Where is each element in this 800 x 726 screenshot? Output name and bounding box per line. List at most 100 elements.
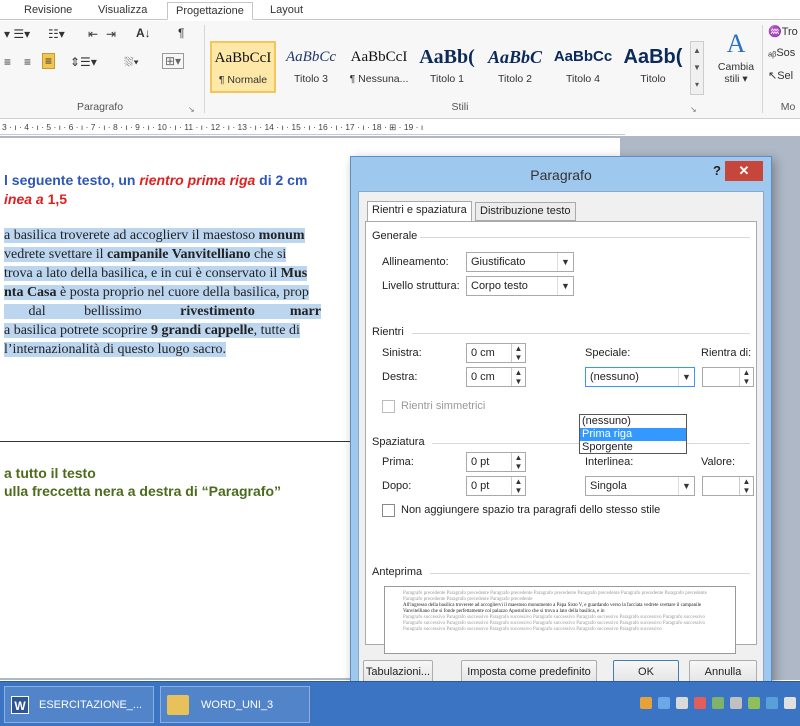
mirror-indents-checkbox[interactable]: [382, 400, 395, 413]
taskbar-item-folder[interactable]: WORD_UNI_3: [160, 686, 310, 723]
style-titolo-2[interactable]: AaBbC Titolo 2: [482, 41, 548, 93]
volume-icon[interactable]: [784, 697, 796, 709]
dialog-title: Paragrafo: [530, 167, 592, 183]
space-after-spinner[interactable]: 0 pt ▲ ▼: [466, 476, 526, 496]
tab-rientri-spaziatura[interactable]: Rientri e spaziatura: [367, 201, 472, 222]
indent-by-spinner[interactable]: ▲ ▼: [702, 367, 754, 387]
spinner-arrows-icon[interactable]: ▲ ▼: [511, 453, 525, 471]
styles-dialog-launcher-icon[interactable]: ↘: [690, 105, 697, 114]
style-sample: AaBbC: [487, 47, 543, 67]
spinner-arrows-icon[interactable]: ▲ ▼: [511, 477, 525, 495]
indent-by-label: Rientra di:: [701, 347, 752, 359]
option-nessuno[interactable]: (nessuno): [580, 415, 686, 428]
tab-revisione[interactable]: Revisione: [16, 2, 80, 20]
outline-level-label: Livello struttura:: [382, 280, 460, 292]
special-select[interactable]: (nessuno) ▼: [585, 367, 695, 387]
space-after-value: 0 pt: [471, 480, 490, 492]
find-button[interactable]: ♒Tro: [768, 25, 798, 38]
tab-distribuzione-testo[interactable]: Distribuzione testo: [475, 202, 576, 221]
paragraph-dialog-launcher-icon[interactable]: ↘: [188, 105, 195, 114]
chevron-down-icon: ▼: [678, 368, 694, 386]
style-name: ¶ Normale: [218, 74, 268, 86]
increase-indent-icon[interactable]: ⇥: [106, 27, 116, 41]
taskbar: W ESERCITAZIONE_... WORD_UNI_3: [0, 681, 800, 726]
space-before-spinner[interactable]: 0 pt ▲ ▼: [466, 452, 526, 472]
style-sample: AaBbCc: [553, 48, 613, 65]
taskbar-item-word[interactable]: W ESERCITAZIONE_...: [4, 686, 154, 723]
spinner-arrows-icon[interactable]: ▲ ▼: [739, 477, 753, 495]
no-space-checkbox[interactable]: [382, 504, 395, 517]
right-indent-spinner[interactable]: 0 cm ▲ ▼: [466, 367, 526, 387]
help-icon[interactable]: ?: [713, 163, 721, 178]
select-icon: ↖: [768, 70, 778, 82]
replace-button[interactable]: ₐᵦSos: [768, 47, 795, 59]
pilcrow-icon[interactable]: ¶: [178, 26, 184, 40]
special-label: Speciale:: [585, 347, 631, 359]
change-styles-button[interactable]: A Cambia stili ▾: [714, 27, 758, 97]
outline-level-select[interactable]: Corpo testo ▼: [466, 276, 574, 296]
horizontal-ruler[interactable]: 3 · ı · 4 · ı · 5 · ı · 6 · ı · 7 · ı · …: [0, 120, 625, 135]
tab-layout[interactable]: Layout: [262, 2, 311, 20]
style-titolo-4[interactable]: AaBbCc Titolo 4: [550, 41, 616, 93]
text-run-bold: nta Casa: [4, 285, 57, 300]
align-left-icon[interactable]: ≡: [4, 55, 11, 69]
style-sample: AaBb(: [419, 46, 475, 68]
alignment-select[interactable]: Giustificato ▼: [466, 252, 574, 272]
decrease-indent-icon[interactable]: ⇤: [88, 27, 98, 41]
sort-icon[interactable]: A↓: [136, 26, 151, 40]
style-titolo-3[interactable]: AaBbCc Titolo 3: [278, 41, 344, 93]
style-name: ¶ Nessuna...: [349, 73, 409, 85]
justify-icon[interactable]: ≡: [42, 53, 56, 69]
shading-icon[interactable]: ⛆▾: [124, 55, 139, 70]
close-button[interactable]: ✕: [725, 161, 763, 181]
tray-icon[interactable]: [748, 697, 760, 709]
document-line: vedrete svettare il campanile Vanvitelli…: [4, 245, 287, 264]
section-divider: [430, 573, 750, 574]
text-run-bold: campanile Vanvitelliano: [107, 247, 251, 262]
style-sample: AaBbCc: [286, 49, 336, 65]
spinner-arrows-icon[interactable]: ▲ ▼: [511, 368, 525, 386]
preview-previous: Paragrafo precedente Paragrafo precedent…: [403, 591, 707, 602]
tray-icon[interactable]: [640, 697, 652, 709]
option-sporgente[interactable]: Sporgente: [580, 441, 686, 454]
line-spacing-icon[interactable]: ⇕☰▾: [70, 55, 97, 69]
align-right-icon[interactable]: ≡: [24, 55, 31, 69]
chevron-down-icon: ▼: [557, 253, 573, 271]
spinner-arrows-icon[interactable]: ▲ ▼: [739, 368, 753, 386]
tray-icon[interactable]: [712, 697, 724, 709]
numbering-icon[interactable]: ☷▾: [48, 27, 65, 41]
instruction-text: l seguente testo, un: [4, 172, 140, 188]
borders-icon[interactable]: ⊞▾: [162, 53, 185, 69]
spinner-arrows-icon[interactable]: ▲ ▼: [511, 344, 525, 362]
style-normale[interactable]: AaBbCcI ¶ Normale: [210, 41, 276, 93]
bullets-icon[interactable]: ▾ ☰▾: [4, 27, 30, 41]
select-button[interactable]: ↖Sel: [768, 69, 793, 82]
outline-level-value: Corpo testo: [471, 280, 528, 292]
replace-label: Sos: [776, 47, 796, 59]
spacing-value-label: Valore:: [701, 456, 736, 468]
text-run-bold: 9 grandi cappelle: [150, 323, 254, 338]
styles-scroll[interactable]: ▲ ▼ ▾: [690, 41, 704, 95]
style-titolo-1[interactable]: AaBb( Titolo 1: [414, 41, 480, 93]
spacing-value-spinner[interactable]: ▲ ▼: [702, 476, 754, 496]
document-line: l’internazionalità di questo luogo sacro…: [4, 340, 226, 359]
network-icon[interactable]: [766, 697, 778, 709]
option-prima-riga[interactable]: Prima riga: [580, 428, 686, 441]
ribbon-separator: [762, 25, 763, 113]
left-indent-spinner[interactable]: 0 cm ▲ ▼: [466, 343, 526, 363]
flag-icon[interactable]: [730, 697, 742, 709]
tray-icon[interactable]: [676, 697, 688, 709]
tab-progettazione[interactable]: Progettazione: [167, 2, 253, 20]
line-spacing-value: Singola: [590, 480, 627, 492]
no-space-label: Non aggiungere spazio tra paragrafi dell…: [401, 504, 661, 516]
taskbar-item-label: WORD_UNI_3: [201, 699, 274, 711]
tray-icon[interactable]: [658, 697, 670, 709]
style-nessuna-spaziatura[interactable]: AaBbCcI ¶ Nessuna...: [346, 41, 412, 93]
space-before-label: Prima:: [382, 456, 414, 468]
tab-visualizza[interactable]: Visualizza: [90, 2, 155, 20]
style-titolo[interactable]: AaBb( Titolo: [618, 41, 688, 93]
line-spacing-select[interactable]: Singola ▼: [585, 476, 695, 496]
ribbon: ▾ ☰▾ ☷▾ ⇤ ⇥ A↓ ¶ ≡ ≡ ≡ ⇕☰▾ ⛆▾ ⊞▾ Paragra…: [0, 21, 800, 119]
tray-icon[interactable]: [694, 697, 706, 709]
style-sample: AaBbCcI: [214, 50, 272, 66]
